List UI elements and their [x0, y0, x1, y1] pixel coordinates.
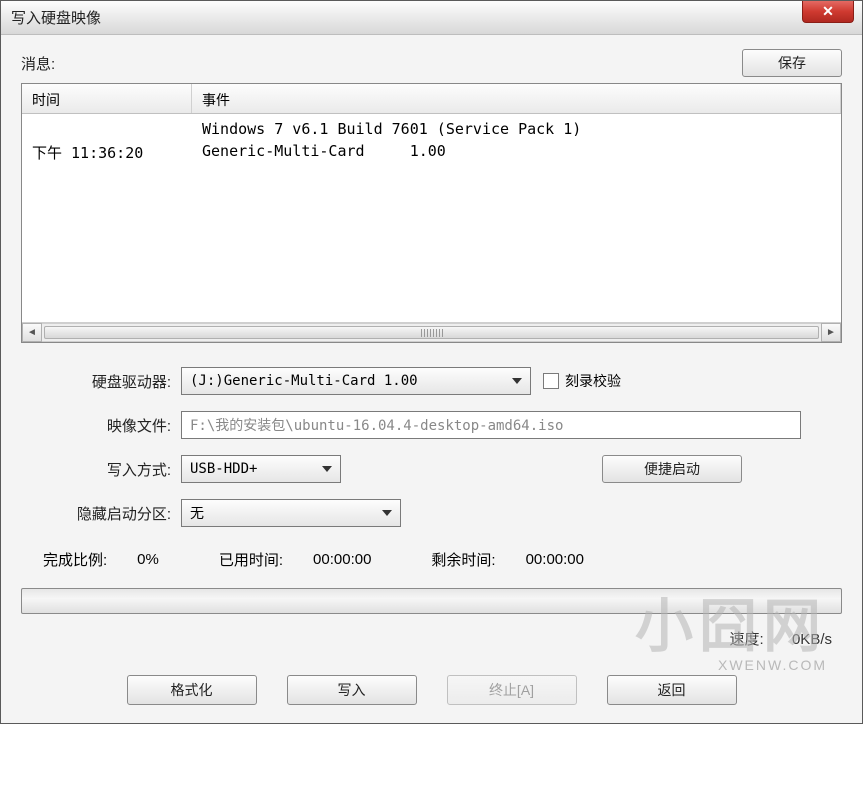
done-label: 完成比例: [43, 549, 107, 570]
scroll-left-arrow-icon[interactable]: ◄ [22, 323, 42, 342]
titlebar: 写入硬盘映像 ✕ [1, 1, 862, 35]
close-button[interactable]: ✕ [802, 1, 854, 23]
horizontal-scrollbar[interactable]: ◄ ► [22, 322, 841, 342]
scroll-track[interactable] [42, 323, 821, 342]
checkbox-box-icon [543, 373, 559, 389]
image-path-value: F:\我的安装包\ubuntu-16.04.4-desktop-amd64.is… [190, 415, 563, 435]
verify-label: 刻录校验 [565, 371, 621, 391]
hidden-partition-value: 无 [190, 503, 204, 523]
write-button[interactable]: 写入 [287, 675, 417, 705]
abort-button: 终止[A] [447, 675, 577, 705]
window-title: 写入硬盘映像 [11, 7, 101, 28]
hidden-partition-select[interactable]: 无 [181, 499, 401, 527]
col-header-time[interactable]: 时间 [22, 84, 192, 113]
progress-bar [21, 588, 842, 614]
write-mode-value: USB-HDD+ [190, 461, 257, 477]
write-mode-label: 写入方式: [21, 459, 181, 480]
elapsed-value: 00:00:00 [313, 551, 371, 568]
cell-time [22, 118, 192, 140]
quick-boot-button[interactable]: 便捷启动 [602, 455, 742, 483]
speed-label: 速度: [729, 631, 763, 648]
image-path-field[interactable]: F:\我的安装包\ubuntu-16.04.4-desktop-amd64.is… [181, 411, 801, 439]
log-listview[interactable]: 时间 事件 Windows 7 v6.1 Build 7601 (Service… [21, 83, 842, 343]
chevron-down-icon [382, 510, 392, 516]
drive-label: 硬盘驱动器: [21, 371, 181, 392]
log-header: 时间 事件 [22, 84, 841, 114]
scroll-right-arrow-icon[interactable]: ► [821, 323, 841, 342]
verify-checkbox[interactable]: 刻录校验 [543, 371, 621, 391]
client-area: 消息: 保存 时间 事件 Windows 7 v6.1 Build 7601 (… [1, 35, 862, 723]
chevron-down-icon [322, 466, 332, 472]
speed-row: 速度: 0KB/s [21, 628, 842, 649]
stats-row: 完成比例: 0% 已用时间: 00:00:00 剩余时间: 00:00:00 [21, 549, 842, 570]
image-label: 映像文件: [21, 415, 181, 436]
cell-event: Generic-Multi-Card 1.00 [192, 140, 841, 165]
save-button[interactable]: 保存 [742, 49, 842, 77]
dialog-window: 写入硬盘映像 ✕ 消息: 保存 时间 事件 Windows 7 v6.1 Bui… [0, 0, 863, 724]
drive-select[interactable]: (J:)Generic-Multi-Card 1.00 [181, 367, 531, 395]
back-button[interactable]: 返回 [607, 675, 737, 705]
speed-value: 0KB/s [792, 631, 832, 648]
list-item[interactable]: 下午 11:36:20 Generic-Multi-Card 1.00 [22, 140, 841, 165]
cell-time: 下午 11:36:20 [22, 140, 192, 165]
write-mode-select[interactable]: USB-HDD+ [181, 455, 341, 483]
close-icon: ✕ [822, 3, 834, 20]
cell-event: Windows 7 v6.1 Build 7601 (Service Pack … [192, 118, 841, 140]
col-header-event[interactable]: 事件 [192, 84, 841, 113]
elapsed-label: 已用时间: [219, 549, 283, 570]
done-value: 0% [137, 551, 159, 568]
chevron-down-icon [512, 378, 522, 384]
drive-value: (J:)Generic-Multi-Card 1.00 [190, 373, 418, 389]
action-button-row: 格式化 写入 终止[A] 返回 [21, 675, 842, 705]
remain-value: 00:00:00 [526, 551, 584, 568]
scroll-thumb[interactable] [44, 326, 819, 339]
format-button[interactable]: 格式化 [127, 675, 257, 705]
list-item[interactable]: Windows 7 v6.1 Build 7601 (Service Pack … [22, 118, 841, 140]
remain-label: 剩余时间: [431, 549, 495, 570]
log-body: Windows 7 v6.1 Build 7601 (Service Pack … [22, 114, 841, 322]
hidden-partition-label: 隐藏启动分区: [21, 503, 181, 524]
message-label: 消息: [21, 53, 55, 74]
